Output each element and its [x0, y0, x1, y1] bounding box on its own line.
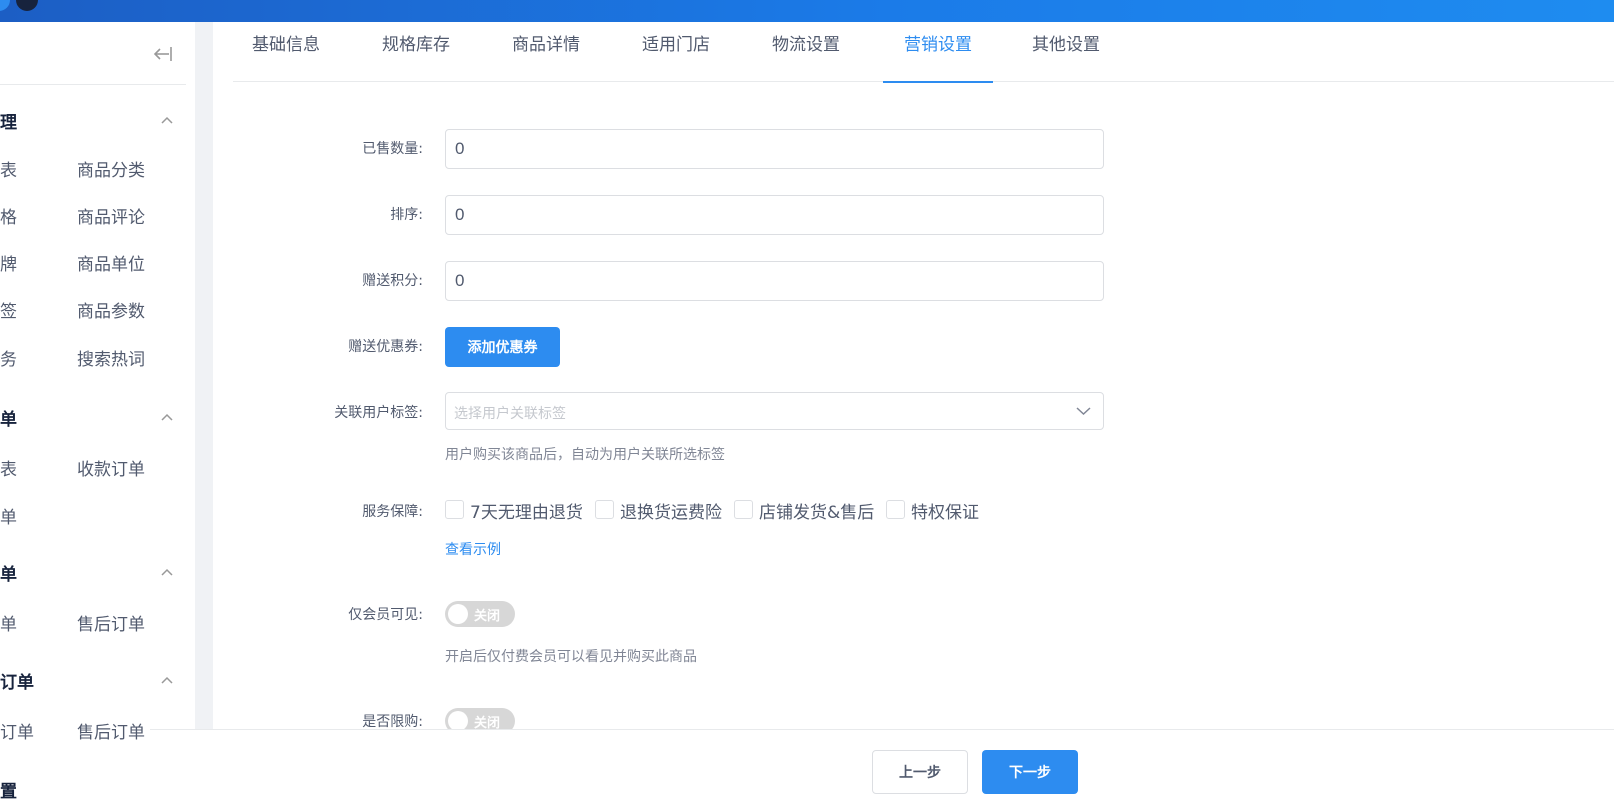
add-coupon-button[interactable]: 添加优惠券 — [445, 327, 560, 367]
menu-item-comment[interactable]: 商品评论 — [77, 203, 145, 228]
menu-item-hot-search[interactable]: 搜索热词 — [77, 345, 145, 370]
tab-spec-stock[interactable]: 规格库存 — [363, 22, 469, 82]
sidebar-divider — [0, 84, 186, 85]
checkbox[interactable] — [595, 500, 614, 519]
sold-quantity-input[interactable] — [445, 129, 1104, 169]
menu-item-unit[interactable]: 商品单位 — [77, 250, 145, 275]
menu-item[interactable]: 签 — [0, 297, 17, 322]
menu-item[interactable]: 表 — [0, 156, 17, 181]
member-only-label: 仅会员可见: — [348, 607, 423, 623]
menu-group-title[interactable]: 理 — [0, 108, 17, 133]
coupon-label: 赠送优惠券: — [348, 339, 423, 355]
menu-item[interactable]: 单 — [0, 610, 17, 635]
points-input[interactable] — [445, 261, 1104, 301]
main-content: 基础信息 规格库存 商品详情 适用门店 物流设置 营销设置 其他设置 已售数量:… — [213, 22, 1614, 803]
menu-item[interactable]: 订单 — [0, 718, 34, 743]
menu-item-category[interactable]: 商品分类 — [77, 156, 145, 181]
points-label: 赠送积分: — [362, 273, 423, 289]
user-tag-label: 关联用户标签: — [334, 405, 423, 421]
prev-step-button[interactable]: 上一步 — [872, 750, 968, 794]
member-only-switch[interactable]: 关闭 — [445, 601, 515, 627]
sort-input[interactable] — [445, 195, 1104, 235]
switch-knob — [448, 604, 468, 624]
chevron-up-icon[interactable] — [160, 115, 174, 125]
footer-actions: 上一步 下一步 — [150, 729, 1614, 803]
switch-knob — [448, 711, 468, 731]
next-step-button[interactable]: 下一步 — [982, 750, 1078, 794]
menu-item-after-sale[interactable]: 售后订单 — [77, 718, 145, 743]
tab-logistics[interactable]: 物流设置 — [753, 22, 859, 82]
user-tag-select[interactable]: 选择用户关联标签 — [445, 392, 1104, 430]
menu-group-title[interactable]: 订单 — [0, 668, 34, 693]
service-option-return-insurance[interactable]: 退换货运费险 — [595, 499, 725, 523]
menu-item[interactable]: 表 — [0, 455, 17, 480]
service-option-store-delivery[interactable]: 店铺发货&售后 — [734, 499, 879, 523]
user-tag-hint: 用户购买该商品后，自动为用户关联所选标签 — [445, 447, 725, 463]
user-tag-placeholder: 选择用户关联标签 — [454, 406, 566, 422]
collapse-sidebar-icon[interactable] — [152, 43, 174, 65]
tab-marketing[interactable]: 营销设置 — [883, 22, 993, 83]
menu-group-title[interactable]: 单 — [0, 560, 17, 585]
tab-basic-info[interactable]: 基础信息 — [233, 22, 339, 82]
service-option-7day[interactable]: 7天无理由退货 — [445, 499, 585, 523]
menu-item-payment-order[interactable]: 收款订单 — [77, 455, 145, 480]
chevron-up-icon[interactable] — [160, 675, 174, 685]
menu-group-title[interactable]: 单 — [0, 405, 17, 430]
chevron-down-icon — [1076, 407, 1091, 416]
logo-dot — [0, 0, 10, 11]
menu-item[interactable]: 格 — [0, 203, 17, 228]
view-example-link[interactable]: 查看示例 — [445, 539, 501, 559]
menu-item-after-sale[interactable]: 售后订单 — [77, 610, 145, 635]
checkbox[interactable] — [886, 500, 905, 519]
tab-stores[interactable]: 适用门店 — [623, 22, 729, 82]
sidebar-menu: 理 表 商品分类 格 商品评论 牌 商品单位 签 商品参数 务 搜索热词 单 表… — [0, 22, 195, 803]
chevron-up-icon[interactable] — [160, 412, 174, 422]
avatar[interactable] — [16, 0, 38, 11]
chevron-up-icon[interactable] — [160, 567, 174, 577]
tab-other[interactable]: 其他设置 — [1013, 22, 1119, 82]
service-label: 服务保障: — [362, 504, 423, 520]
menu-item-params[interactable]: 商品参数 — [77, 297, 145, 322]
tab-bar: 基础信息 规格库存 商品详情 适用门店 物流设置 营销设置 其他设置 — [233, 22, 1614, 83]
checkbox[interactable] — [445, 500, 464, 519]
sort-label: 排序: — [390, 207, 423, 223]
member-only-hint: 开启后仅付费会员可以看见并购买此商品 — [445, 649, 697, 665]
menu-item[interactable]: 务 — [0, 345, 17, 370]
checkbox[interactable] — [734, 500, 753, 519]
menu-item[interactable]: 牌 — [0, 250, 17, 275]
menu-item[interactable]: 单 — [0, 503, 17, 528]
service-option-privilege[interactable]: 特权保证 — [886, 499, 986, 523]
top-header-bar — [0, 0, 1614, 22]
tab-product-detail[interactable]: 商品详情 — [493, 22, 599, 82]
purchase-limit-label: 是否限购: — [362, 714, 423, 730]
sold-quantity-label: 已售数量: — [362, 141, 423, 157]
menu-group-title[interactable]: 置 — [0, 777, 17, 802]
